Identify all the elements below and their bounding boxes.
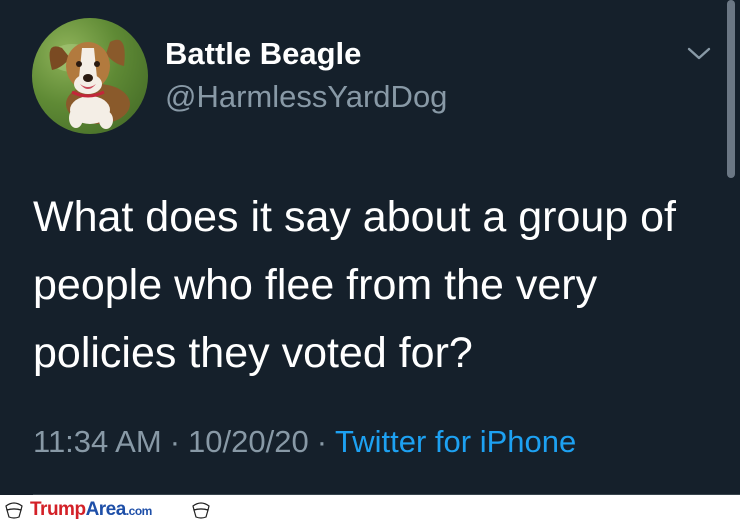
tweet-source-link[interactable]: Twitter for iPhone (335, 424, 576, 459)
brand-trump: Trump (30, 499, 86, 520)
beagle-avatar-image (49, 39, 130, 129)
meta-separator: · (169, 424, 181, 459)
tweet-text: What does it say about a group of people… (33, 193, 677, 377)
tweet-date: 10/20/20 (188, 424, 309, 459)
watermark-logo: TrumpArea.com (30, 499, 152, 521)
hat-icon (192, 502, 210, 519)
brand-area: Area (85, 499, 127, 520)
meta-separator: · (316, 424, 328, 459)
scrollbar[interactable] (727, 0, 735, 178)
display-name[interactable]: Battle Beagle (165, 36, 361, 72)
brand-com: .com (125, 504, 153, 518)
chevron-down-icon[interactable] (686, 40, 712, 66)
tweet-metadata: 11:34 AM · 10/20/20 · Twitter for iPhone (33, 424, 576, 460)
watermark-footer: TrumpArea.com (0, 495, 740, 522)
user-handle[interactable]: @HarmlessYardDog (165, 79, 447, 115)
tweet-card: Battle Beagle @HarmlessYardDog What does… (0, 0, 740, 495)
hat-icon (5, 502, 23, 519)
tweet-time: 11:34 AM (33, 424, 162, 459)
avatar[interactable] (32, 18, 148, 134)
